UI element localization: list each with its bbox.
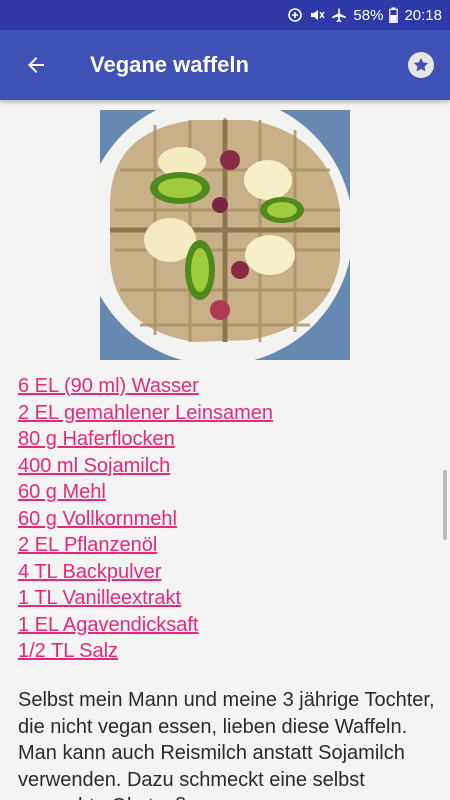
recipe-description: Selbst mein Mann und meine 3 jährige Toc… xyxy=(18,689,435,800)
back-button[interactable] xyxy=(0,30,72,100)
ingredient-link[interactable]: 2 EL Pflanzenöl xyxy=(18,532,438,559)
battery-percent: 58% xyxy=(353,6,384,24)
app-bar: Vegane waffeln xyxy=(0,30,450,100)
data-saver-icon xyxy=(287,7,303,23)
favorite-button[interactable] xyxy=(392,30,450,100)
battery-icon xyxy=(389,7,399,23)
ingredient-list: 6 EL (90 ml) Wasser 2 EL gemahlener Lein… xyxy=(18,373,438,665)
ingredient-link[interactable]: 4 TL Backpulver xyxy=(18,559,438,586)
ingredient-link[interactable]: 60 g Vollkornmehl xyxy=(18,506,438,533)
ingredient-link[interactable]: 80 g Haferflocken xyxy=(18,426,438,453)
status-bar: 58% 20:18 xyxy=(0,0,450,30)
ingredient-link[interactable]: 60 g Mehl xyxy=(18,479,438,506)
star-icon xyxy=(408,52,434,78)
arrow-back-icon xyxy=(24,53,48,77)
ingredient-link[interactable]: 6 EL (90 ml) Wasser xyxy=(18,373,438,400)
mute-icon xyxy=(309,7,326,23)
ingredient-link[interactable]: 400 ml Sojamilch xyxy=(18,453,438,480)
recipe-content[interactable]: 6 EL (90 ml) Wasser 2 EL gemahlener Lein… xyxy=(0,100,450,800)
page-title: Vegane waffeln xyxy=(90,52,249,77)
ingredient-link[interactable]: 1/2 TL Salz xyxy=(18,638,438,665)
ingredient-link[interactable]: 1 TL Vanilleextrakt xyxy=(18,585,438,612)
ingredient-link[interactable]: 1 EL Agavendicksaft xyxy=(18,612,438,639)
clock: 20:18 xyxy=(404,6,442,24)
waffle-photo xyxy=(100,110,350,360)
scrollbar[interactable] xyxy=(443,470,447,540)
ingredient-link[interactable]: 2 EL gemahlener Leinsamen xyxy=(18,400,438,427)
airplane-icon xyxy=(331,7,347,23)
